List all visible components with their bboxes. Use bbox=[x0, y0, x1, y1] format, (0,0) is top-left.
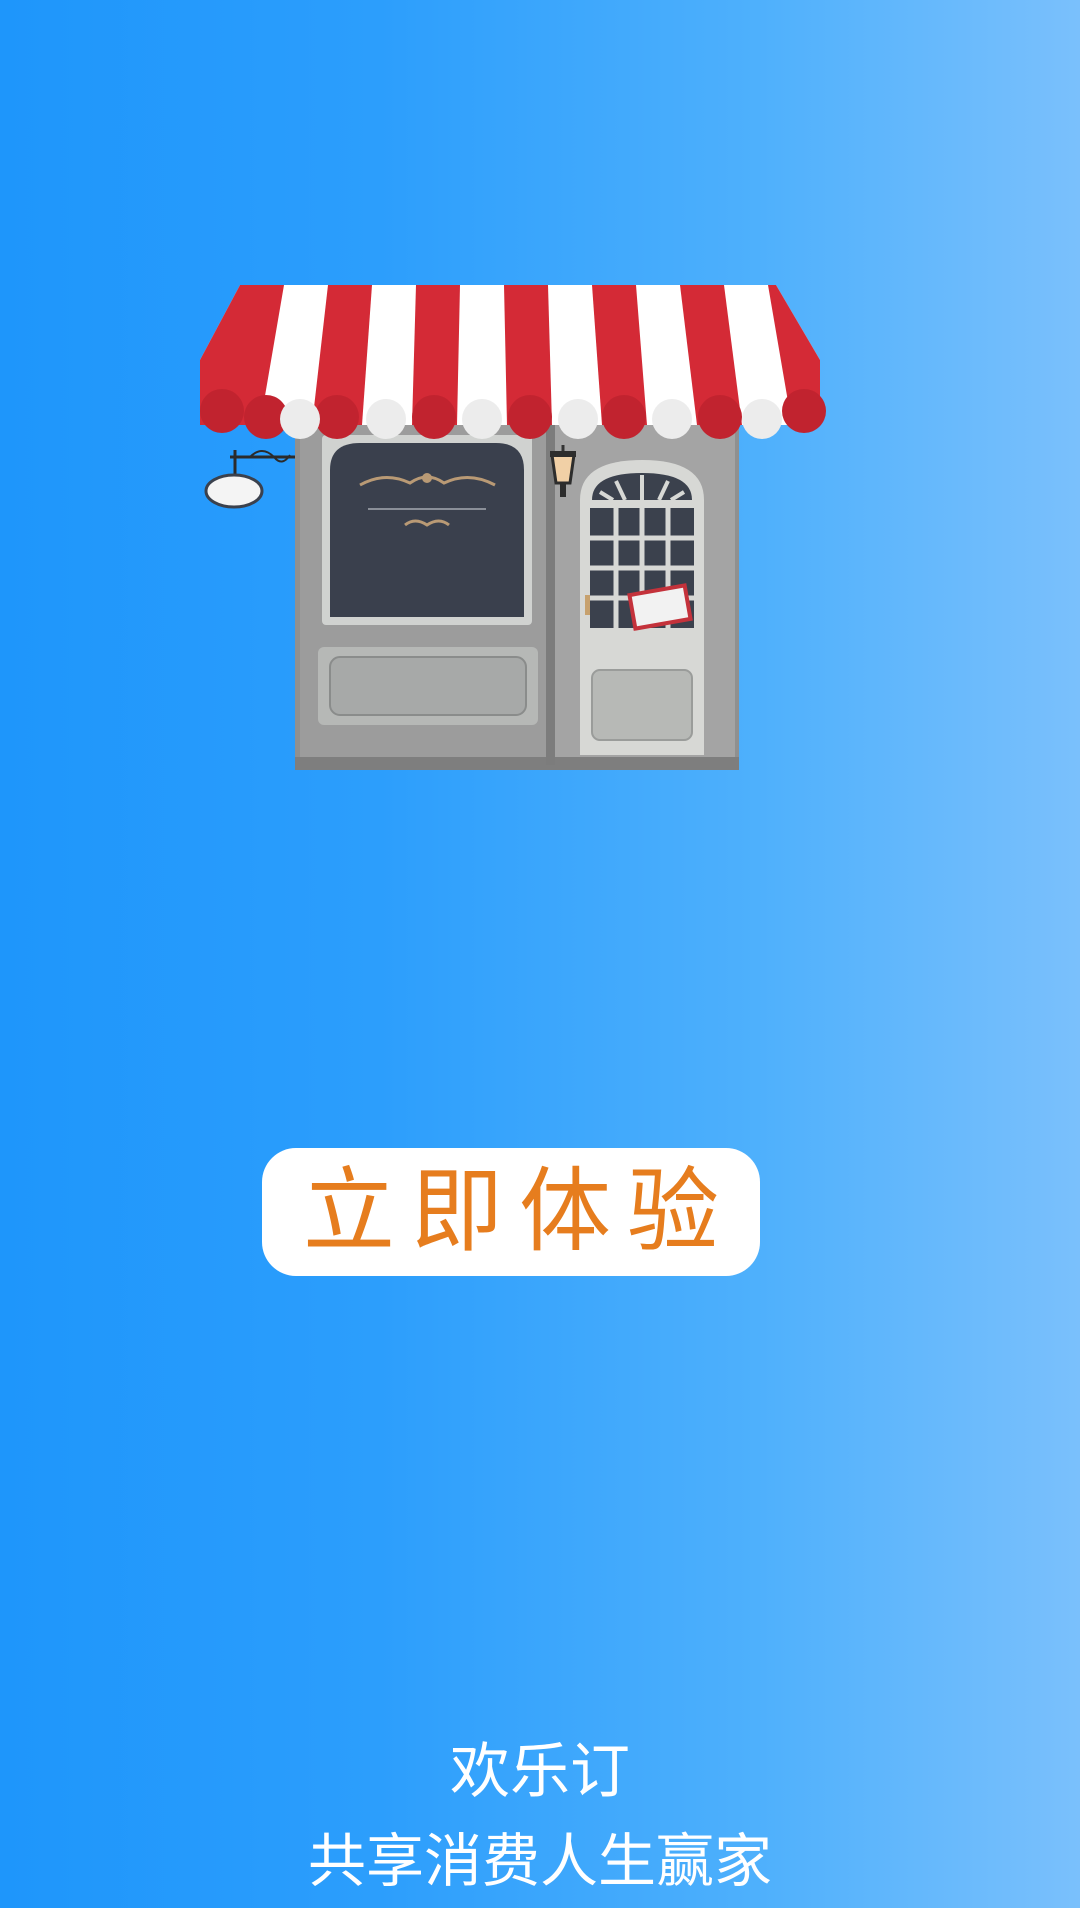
app-slogan: 共享消费人生赢家 bbox=[307, 1827, 772, 1895]
try-now-button[interactable]: 立即体验 bbox=[262, 1148, 760, 1276]
app-name: 欢乐订 bbox=[450, 1737, 630, 1807]
storefront-illustration bbox=[200, 285, 826, 770]
splash-screen: 立即体验 欢乐订 共享消费人生赢家 bbox=[0, 0, 1080, 1908]
try-now-label: 立即体验 bbox=[302, 1158, 735, 1265]
